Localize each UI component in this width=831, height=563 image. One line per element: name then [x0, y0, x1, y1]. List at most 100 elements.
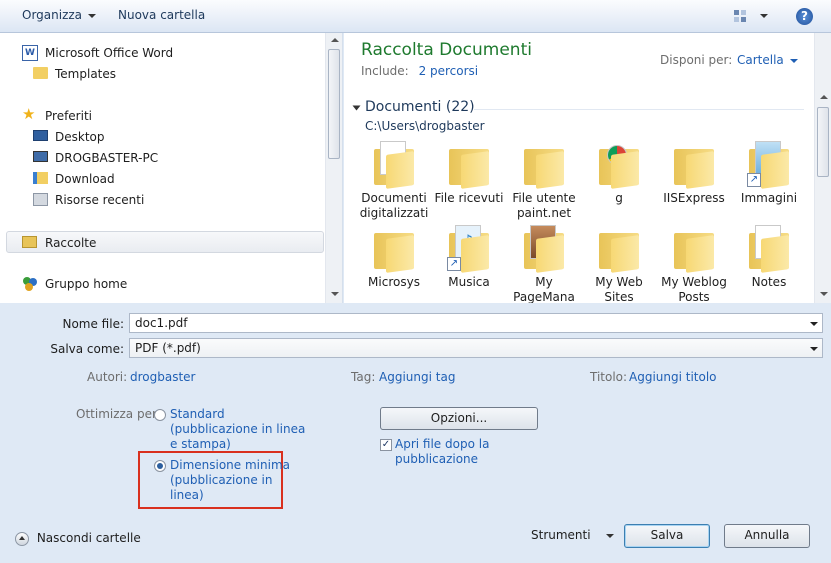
library-include: Include: 2 percorsi [361, 64, 478, 78]
arrange-dropdown[interactable]: Cartella [737, 53, 798, 67]
open-after-checkbox[interactable]: ✓ [380, 439, 392, 451]
folder-name: Musica [433, 275, 505, 290]
content-scroll-thumb[interactable] [817, 107, 829, 177]
folder-item[interactable]: Microsys [358, 223, 430, 290]
folder-name: g [583, 191, 655, 206]
filename-input[interactable]: doc1.pdf [129, 313, 823, 333]
scroll-down-icon[interactable] [331, 292, 339, 296]
folder-item[interactable]: IISExpress [658, 139, 730, 206]
folder-item[interactable]: My PageMana [508, 223, 580, 305]
views-dropdown-icon[interactable] [760, 14, 768, 18]
folder-name-line: My Web [595, 275, 643, 289]
cancel-button[interactable]: Annulla [724, 524, 810, 548]
folder-icon: ♪↗ [447, 223, 491, 273]
nav-item-recent[interactable]: Risorse recenti [33, 190, 353, 210]
folder-icon [672, 139, 716, 189]
collapse-group-icon[interactable] [352, 105, 361, 111]
desktop-icon [33, 130, 48, 141]
nav-label: Download [55, 172, 115, 186]
folder-icon [522, 139, 566, 189]
collapse-up-icon [15, 531, 29, 546]
nav-scroll-thumb[interactable] [328, 49, 340, 159]
folder-item[interactable]: ♪↗ Musica [433, 223, 505, 290]
folder-name: File utente paint.net [508, 191, 580, 221]
folder-icon [372, 139, 416, 189]
nav-label: DROGBASTER-PC [55, 151, 159, 165]
nav-item-libraries[interactable]: Raccolte [6, 231, 324, 253]
folder-item[interactable]: ↗ Immagini [733, 139, 805, 206]
folder-icon [522, 223, 566, 273]
content-scrollbar[interactable] [814, 33, 831, 303]
minimum-line: (pubblicazione in [170, 473, 273, 487]
optimize-minimum-radio[interactable] [154, 460, 166, 472]
folder-item[interactable]: My Web Sites [583, 223, 655, 305]
chevron-down-icon [88, 13, 97, 18]
help-icon[interactable]: ? [796, 8, 813, 25]
nav-scrollbar[interactable] [325, 33, 342, 303]
shortcut-arrow-icon: ↗ [747, 173, 761, 187]
nav-item-homegroup[interactable]: Gruppo home [22, 274, 342, 294]
folder-name-line: Immagini [740, 191, 798, 205]
folder-name-line: Documenti [361, 191, 427, 205]
open-after-label[interactable]: Apri file dopo la pubblicazione [395, 437, 489, 467]
folder-icon [597, 223, 641, 273]
authors-field[interactable]: drogbaster [130, 370, 196, 384]
nav-item-computer[interactable]: DROGBASTER-PC [33, 148, 353, 168]
folder-item[interactable]: File utente paint.net [508, 139, 580, 221]
folder-name-line: Notes [751, 275, 787, 289]
nav-item-download[interactable]: Download [33, 169, 353, 189]
chevron-down-icon[interactable] [810, 322, 818, 326]
tags-label: Tag: [351, 370, 376, 384]
optimize-standard-radio[interactable] [154, 409, 166, 421]
libraries-icon [22, 236, 37, 248]
minimum-line: Dimensione minima [170, 458, 290, 472]
homegroup-icon [22, 276, 38, 291]
command-bar: Organizza Nuova cartella ? [0, 0, 831, 33]
folder-icon: ↗ [747, 139, 791, 189]
word-icon: W [22, 45, 38, 61]
folder-name-line: Microsys [368, 275, 420, 289]
folder-name-line: My [535, 275, 553, 289]
scroll-down-icon[interactable] [820, 292, 828, 296]
views-icon[interactable] [733, 9, 749, 23]
folder-item[interactable]: g [583, 139, 655, 206]
folder-name: Notes [733, 275, 805, 290]
folder-name-line: digitalizzati [359, 206, 429, 220]
organize-menu[interactable]: Organizza [22, 8, 97, 22]
options-button[interactable]: Opzioni... [380, 407, 538, 430]
scroll-up-icon[interactable] [331, 38, 339, 42]
folder-icon [33, 67, 48, 79]
folder-item[interactable]: Notes [733, 223, 805, 290]
folder-item[interactable]: File ricevuti [433, 139, 505, 206]
open-after-line: Apri file dopo la [395, 437, 490, 451]
folder-item[interactable]: My Weblog Posts [658, 223, 730, 305]
nav-item-templates[interactable]: Templates [33, 64, 353, 84]
chevron-down-icon[interactable] [810, 347, 818, 351]
authors-label: Autori: [87, 370, 128, 384]
nav-item-desktop[interactable]: Desktop [33, 127, 353, 147]
tags-field[interactable]: Aggiungi tag [379, 370, 455, 384]
group-path: C:\Users\drogbaster [365, 119, 485, 133]
group-title: Documenti (22) [365, 99, 475, 115]
new-folder-button[interactable]: Nuova cartella [118, 8, 205, 22]
organize-label: Organizza [22, 8, 83, 22]
nav-item-favorites[interactable]: ★ Preferiti [22, 106, 342, 126]
optimize-minimum-label[interactable]: Dimensione minima (pubblicazione in line… [170, 458, 290, 503]
include-locations-link[interactable]: 2 percorsi [419, 64, 479, 78]
folder-name: Documenti digitalizzati [358, 191, 430, 221]
save-as-type-select[interactable]: PDF (*.pdf) [129, 338, 823, 358]
folder-item[interactable]: Documenti digitalizzati [358, 139, 430, 221]
optimize-standard-label[interactable]: Standard (pubblicazione in linea e stamp… [170, 407, 305, 452]
saveas-label: Salva come: [50, 342, 124, 356]
hide-folders-toggle[interactable]: Nascondi cartelle [15, 531, 141, 546]
scroll-up-icon[interactable] [820, 95, 828, 99]
save-button[interactable]: Salva [624, 524, 710, 548]
arrange-value: Cartella [737, 53, 784, 67]
nav-item-word[interactable]: W Microsoft Office Word [22, 43, 342, 63]
folder-name-line: IISExpress [663, 191, 725, 205]
chevron-down-icon [606, 533, 615, 538]
minimum-line: linea) [170, 488, 204, 502]
folder-icon [447, 139, 491, 189]
tools-menu[interactable]: Strumenti [531, 528, 615, 542]
title-field[interactable]: Aggiungi titolo [629, 370, 717, 384]
